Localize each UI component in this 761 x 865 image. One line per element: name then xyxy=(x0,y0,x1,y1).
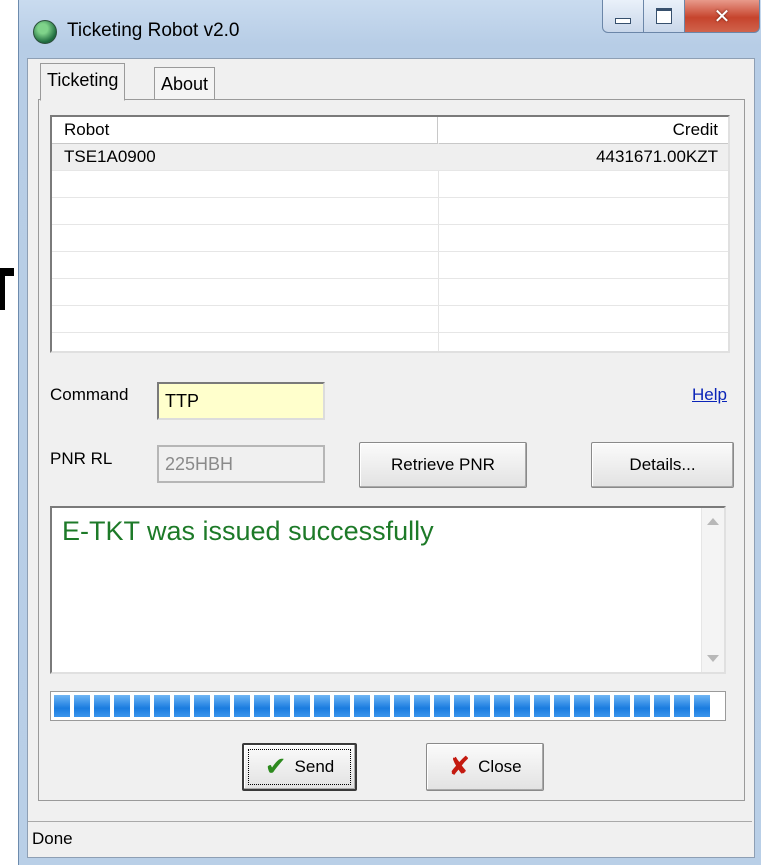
minimize-button[interactable] xyxy=(602,0,644,33)
empty-row xyxy=(52,198,728,225)
empty-row xyxy=(52,279,728,306)
progress-segment xyxy=(254,695,270,717)
window-title: Ticketing Robot v2.0 xyxy=(67,20,240,41)
close-button[interactable]: ✘ Close xyxy=(426,743,544,791)
command-label: Command xyxy=(50,385,129,404)
progress-segment xyxy=(654,695,670,717)
retrieve-pnr-button[interactable]: Retrieve PNR xyxy=(359,442,527,488)
close-icon: ✕ xyxy=(713,4,731,28)
progress-fill xyxy=(54,695,722,717)
progress-segment xyxy=(674,695,690,717)
progress-segment xyxy=(434,695,450,717)
progress-segment xyxy=(534,695,550,717)
progress-segment xyxy=(574,695,590,717)
title-bar[interactable]: Ticketing Robot v2.0 ✕ xyxy=(19,0,761,58)
progress-segment xyxy=(294,695,310,717)
progress-segment xyxy=(594,695,610,717)
pnr-label: PNR RL xyxy=(50,449,113,468)
empty-row xyxy=(52,225,728,252)
progress-segment xyxy=(194,695,210,717)
caption-buttons: ✕ xyxy=(602,0,760,40)
progress-segment xyxy=(54,695,70,717)
progress-segment xyxy=(174,695,190,717)
details-button[interactable]: Details... xyxy=(591,442,734,488)
progress-segment xyxy=(74,695,90,717)
progress-segment xyxy=(454,695,470,717)
progress-segment xyxy=(694,695,710,717)
column-header-robot[interactable]: Robot xyxy=(52,117,438,143)
tab-about[interactable]: About xyxy=(154,67,216,100)
progress-segment xyxy=(94,695,110,717)
progress-segment xyxy=(234,695,250,717)
app-window: Ticketing Robot v2.0 ✕ About Ticketing R… xyxy=(18,0,761,865)
progress-segment xyxy=(374,695,390,717)
progress-segment xyxy=(354,695,370,717)
retrieve-pnr-label: Retrieve PNR xyxy=(391,455,495,474)
tab-ticketing[interactable]: Ticketing xyxy=(40,63,126,101)
progress-segment xyxy=(614,695,630,717)
pnr-input[interactable] xyxy=(157,445,325,483)
robot-list[interactable]: Robot Credit TSE1A0900 4431671.00KZT xyxy=(50,115,730,353)
progress-segment xyxy=(154,695,170,717)
output-scrollbar[interactable] xyxy=(701,508,724,672)
edge-glyph-fragment xyxy=(0,268,14,318)
progress-segment xyxy=(634,695,650,717)
red-x-icon: ✘ xyxy=(448,752,471,782)
help-link[interactable]: Help xyxy=(692,385,727,405)
send-button[interactable]: ✔ Send xyxy=(242,743,357,791)
progress-bar xyxy=(50,691,726,721)
status-text: Done xyxy=(32,829,73,848)
output-box[interactable]: E-TKT was issued successfully xyxy=(50,506,726,674)
tab-ticketing-label: Ticketing xyxy=(47,70,119,90)
progress-segment xyxy=(394,695,410,717)
progress-segment xyxy=(214,695,230,717)
minimize-icon xyxy=(615,18,631,24)
empty-row xyxy=(52,306,728,333)
app-globe-icon xyxy=(33,20,57,44)
client-area: About Ticketing Robot Credit TSE1A0900 4… xyxy=(27,58,755,858)
window-close-button[interactable]: ✕ xyxy=(685,0,760,33)
maximize-button[interactable] xyxy=(644,0,685,33)
progress-segment xyxy=(554,695,570,717)
table-row[interactable]: TSE1A0900 4431671.00KZT xyxy=(52,144,728,171)
progress-segment xyxy=(314,695,330,717)
progress-segment xyxy=(474,695,490,717)
scroll-down-icon[interactable] xyxy=(707,655,719,662)
list-header: Robot Credit xyxy=(52,117,728,144)
send-label: Send xyxy=(294,757,335,776)
status-bar: Done xyxy=(28,821,752,855)
output-message: E-TKT was issued successfully xyxy=(62,516,434,546)
close-label: Close xyxy=(478,757,522,776)
progress-segment xyxy=(134,695,150,717)
robot-cell: TSE1A0900 xyxy=(64,147,156,166)
empty-row xyxy=(52,171,728,198)
details-label: Details... xyxy=(629,455,696,474)
credit-cell: 4431671.00KZT xyxy=(596,147,718,166)
empty-row xyxy=(52,252,728,279)
checkmark-icon: ✔ xyxy=(264,752,287,782)
progress-segment xyxy=(114,695,130,717)
command-input[interactable] xyxy=(157,382,325,420)
scroll-up-icon[interactable] xyxy=(707,518,719,525)
progress-segment xyxy=(274,695,290,717)
progress-segment xyxy=(334,695,350,717)
column-header-credit[interactable]: Credit xyxy=(438,117,726,143)
progress-segment xyxy=(514,695,530,717)
progress-segment xyxy=(494,695,510,717)
progress-segment xyxy=(414,695,430,717)
tab-about-label: About xyxy=(161,74,209,94)
maximize-icon xyxy=(656,8,672,24)
